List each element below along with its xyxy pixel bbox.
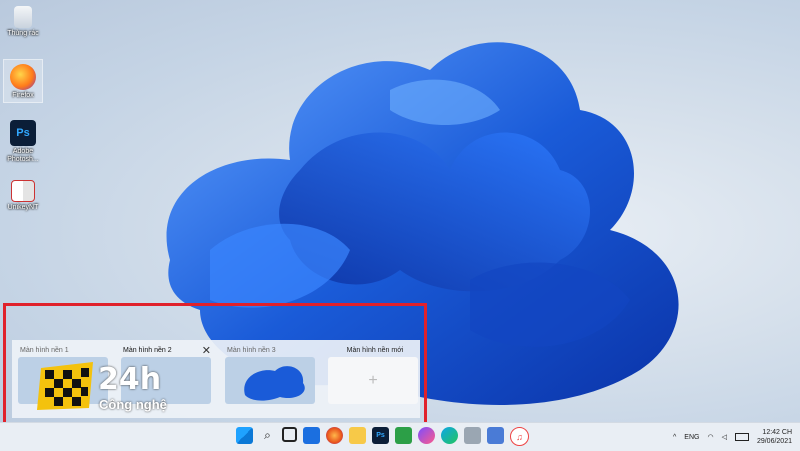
recycle-bin-icon (14, 6, 32, 28)
store-icon[interactable] (395, 427, 412, 444)
desktop-icon-photoshop[interactable]: Ps Adobe Photosh... (4, 120, 42, 164)
task-view-icon[interactable] (282, 427, 297, 442)
messenger-icon[interactable] (418, 427, 435, 444)
language-indicator[interactable]: ENG (684, 434, 699, 441)
chevron-up-icon[interactable]: ^ (673, 434, 676, 441)
system-tray: ^ ENG ◠ ◁ 12:42 CH 29/06/2021 (673, 423, 792, 451)
calendar-icon[interactable] (487, 427, 504, 444)
desktop-icon-unikey[interactable]: UnikeyNT (4, 180, 42, 212)
wifi-icon[interactable]: ◠ (707, 433, 713, 441)
taskbar-apps: ⌕ Ps ♫ (236, 427, 529, 446)
edge-icon[interactable] (441, 427, 458, 444)
widgets-icon[interactable] (303, 427, 320, 444)
firefox-icon (10, 64, 36, 90)
firefox-icon[interactable] (326, 427, 343, 444)
clock[interactable]: 12:42 CH 29/06/2021 (757, 428, 792, 446)
search-icon[interactable]: ⌕ (259, 427, 276, 444)
battery-icon[interactable] (734, 433, 749, 441)
app-icon[interactable] (464, 427, 481, 444)
unikey-icon (11, 180, 35, 202)
taskbar: ⌕ Ps ♫ ^ ENG ◠ ◁ 12:42 CH 29/06/2021 (0, 422, 800, 451)
volume-icon[interactable]: ◁ (722, 433, 727, 441)
photoshop-icon[interactable]: Ps (372, 427, 389, 444)
file-explorer-icon[interactable] (349, 427, 366, 444)
windows-start-icon[interactable] (236, 427, 253, 444)
desktop-icon-recycle-bin[interactable]: Thùng rác (4, 6, 42, 38)
itunes-icon[interactable]: ♫ (510, 427, 529, 446)
highlight-box (3, 303, 427, 429)
photoshop-icon: Ps (10, 120, 36, 146)
desktop-icon-firefox[interactable]: Firefox (3, 59, 43, 103)
